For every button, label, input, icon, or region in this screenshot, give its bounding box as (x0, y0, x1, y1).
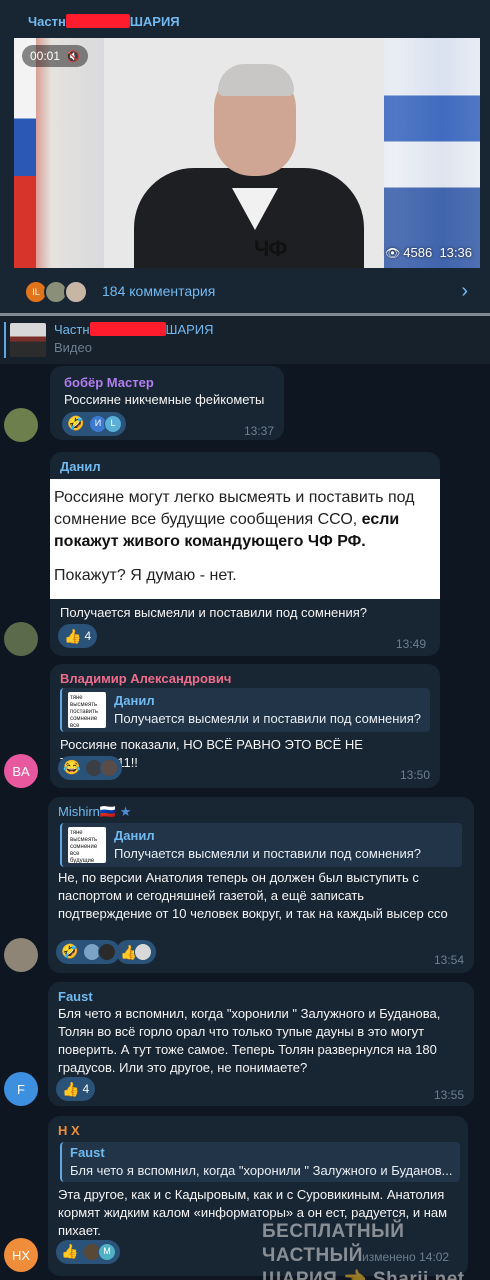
reactor-avatar (98, 943, 116, 961)
message-text: Россияне никчемные фейкометы (64, 392, 265, 407)
message-text: Бля чето я вспомнил, когда "хоронили " З… (58, 1006, 441, 1075)
reply-quote[interactable]: тяне высмеять сомнение все будущие коман… (60, 823, 462, 867)
message-bubble: Mishirn🇷🇺 ★ тяне высмеять сомнение все б… (48, 797, 474, 973)
video-flag-left (14, 38, 36, 268)
commenter-avatar (64, 280, 88, 304)
watermark-line: ШАРИЯ 👈 Sharij.net (262, 1269, 465, 1280)
reactor-avatar: L (104, 415, 122, 433)
message-time: 13:49 (396, 637, 427, 651)
video-timer[interactable]: 00:01 🔇 (22, 45, 88, 67)
chevron-right-icon[interactable]: › (461, 280, 468, 303)
sender-name[interactable]: Владимир Александрович (60, 671, 231, 686)
speaker-muted-icon[interactable]: 🔇 (66, 51, 80, 63)
post-author-prefix: Частн (28, 14, 66, 29)
screenshot-text: Россияне могут легко высмеять и поставит… (50, 479, 440, 553)
channel-name: Частн ШАРИЯ (54, 322, 214, 337)
video-player[interactable]: ЧФ (14, 38, 480, 268)
post-time: 13:36 (439, 245, 472, 260)
sender-name[interactable]: бобёр Мастер (64, 375, 154, 390)
reply-accent-bar (4, 322, 6, 358)
message-time: 13:37 (243, 424, 274, 438)
reaction-emoji: 😂 (63, 759, 81, 775)
quote-thumbnail: тяне высмеять сомнение все будущие коман… (68, 827, 106, 863)
quote-author: Faust (70, 1145, 105, 1160)
attached-screenshot[interactable]: Россияне могут легко высмеять и поставит… (50, 479, 440, 599)
sender-name[interactable]: Данил (60, 459, 101, 474)
reactions[interactable]: 👍 M (56, 1240, 120, 1264)
comments-bar[interactable]: IL 184 комментария › (0, 270, 490, 313)
sender-name[interactable]: H X (58, 1123, 80, 1138)
video-person-hair (218, 64, 294, 96)
thumbs-up-icon: 👍 (64, 627, 82, 644)
message-bubble: Faust Бля чето я вспомнил, когда "хорони… (48, 982, 474, 1106)
quote-thumbnail: тяне высмеять поставить сомнение все буд… (68, 692, 106, 728)
reaction-emoji: 👍 (61, 1243, 79, 1259)
reactions[interactable]: 👍 4 (58, 624, 98, 648)
message-time: 13:54 (433, 953, 464, 967)
views-count: 4586 (403, 245, 433, 260)
message-bubble: бобёр Мастер Россияне никчемные фейкомет… (50, 366, 284, 440)
video-flag-right (384, 38, 480, 268)
thumbs-up-icon: 👍 (62, 1080, 80, 1097)
avatar[interactable]: HX (4, 1238, 38, 1272)
channel-name-prefix: Частн (54, 322, 90, 337)
watermark-line: БЕСПЛАТНЫЙ ЧАСТНЫЙ (262, 1221, 405, 1266)
redaction-mark (89, 322, 166, 336)
quote-author: Данил (114, 693, 155, 708)
reactor-avatar: M (98, 1243, 116, 1261)
star-icon: ★ (119, 804, 132, 819)
quote-author: Данил (114, 828, 155, 843)
screenshot-text-part: Россияне могут легко высмеять и поставит… (54, 489, 415, 528)
reply-quote[interactable]: Faust Бля чето я вспомнил, когда "хорони… (60, 1142, 460, 1182)
reaction-count: 4 (84, 629, 92, 643)
media-type-label: Видео (54, 340, 92, 355)
avatar[interactable] (4, 938, 38, 972)
message-bubble: Владимир Александрович тяне высмеять пос… (50, 664, 440, 788)
message-time: 13:50 (399, 768, 430, 782)
channel-name-suffix: ШАРИЯ (165, 322, 214, 337)
watermark: БЕСПЛАТНЫЙ ЧАСТНЫЙ ШАРИЯ 👈 Sharij.net (262, 1220, 490, 1280)
video-stats: 👁 4586 13:36 (385, 245, 472, 260)
reaction-emoji: 🤣 (61, 943, 79, 959)
sender-name[interactable]: Faust (58, 989, 93, 1004)
video-watermark: ЧФ (254, 236, 287, 261)
discussion-header[interactable]: Частн ШАРИЯ Видео (0, 316, 490, 364)
quote-text: Бля чето я вспомнил, когда "хоронили " З… (70, 1163, 453, 1178)
video-time-text: 00:01 (30, 49, 61, 63)
quote-text: Получается высмеяли и поставили под сомн… (114, 846, 421, 861)
reactor-avatar (100, 759, 118, 777)
avatar[interactable] (4, 408, 38, 442)
message-time: 13:55 (433, 1088, 464, 1102)
reactions[interactable]: 👍 (116, 940, 157, 964)
message-text: Получается высмеяли и поставили под сомн… (60, 605, 367, 620)
reactor-avatar (134, 943, 153, 961)
reactions[interactable]: 👍 4 (56, 1077, 96, 1101)
reply-quote[interactable]: тяне высмеять поставить сомнение все буд… (60, 688, 430, 732)
video-thumbnail (10, 323, 46, 357)
sender-name[interactable]: Mishirn🇷🇺 ★ (58, 804, 131, 820)
avatar[interactable]: BA (4, 754, 38, 788)
redaction-mark (65, 14, 130, 28)
reactions[interactable]: 🤣 И L (62, 412, 126, 436)
sender-name-text: Mishirn🇷🇺 (58, 804, 117, 819)
reactions[interactable]: 😂 (58, 756, 122, 780)
reaction-emoji: 🤣 (67, 415, 85, 431)
post-author[interactable]: Частн ШАРИЯ (28, 14, 180, 29)
message-text: Не, по версии Анатолия теперь он должен … (58, 870, 448, 921)
avatar[interactable]: F (4, 1072, 38, 1106)
screenshot-question: Покажут? Я думаю - нет. (54, 567, 237, 584)
avatar[interactable] (4, 622, 38, 656)
quote-text: Получается высмеяли и поставили под сомн… (114, 711, 421, 726)
channel-post: Частн ШАРИЯ ЧФ 00:01 🔇 👁 4586 13:36 IL 184 … (0, 0, 490, 313)
eye-icon: 👁 (385, 246, 401, 260)
reaction-count: 4 (82, 1082, 90, 1096)
reactions[interactable]: 🤣 (56, 940, 120, 964)
comments-count-link[interactable]: 184 комментария (102, 283, 215, 299)
post-author-suffix: ШАРИЯ (129, 14, 180, 29)
